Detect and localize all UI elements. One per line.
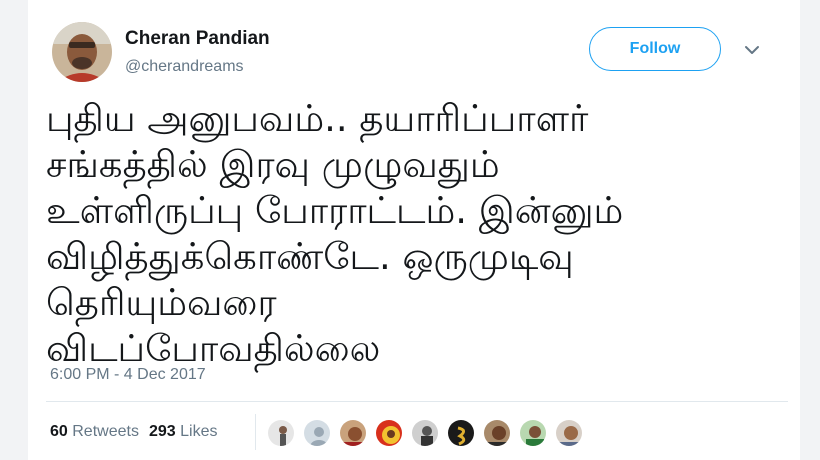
liker-avatar[interactable] [410,418,440,448]
liker-avatar[interactable] [338,418,368,448]
liker-avatar[interactable] [374,418,404,448]
likes-stat[interactable]: 293 Likes [149,423,218,440]
tweet-text-line: தெரியும்வரை [46,281,277,324]
liker-avatar[interactable] [554,418,584,448]
author-name[interactable]: Cheran Pandian [125,28,270,50]
liker-avatar[interactable] [302,418,332,448]
tweet-text-line: விழித்துக்கொண்டே. ஒருமுடிவு [46,235,574,278]
liker-avatar[interactable] [266,418,296,448]
retweets-count: 60 [50,423,68,440]
tweet-text: புதிய அனுபவம்.. தயாரிப்பாளர் சங்கத்தில் … [46,96,786,372]
tweet-stats: 60 Retweets 293 Likes [50,423,217,441]
liker-avatar[interactable] [482,418,512,448]
retweets-stat[interactable]: 60 Retweets [50,423,139,440]
tweet-text-line: சங்கத்தில் இரவு முழுவதும் [46,143,500,186]
chevron-down-icon[interactable] [744,42,760,58]
liker-avatar[interactable] [518,418,548,448]
follow-button-label: Follow [629,40,681,57]
tweet-text-line: உள்ளிருப்பு போராட்டம். இன்னும் [46,189,624,232]
author-avatar[interactable] [52,22,112,82]
divider [46,401,788,402]
tweet-text-line: புதிய அனுபவம்.. தயாரிப்பாளர் [46,97,589,140]
follow-button[interactable]: Follow [589,27,721,71]
likes-label: Likes [180,423,218,440]
retweets-label: Retweets [72,423,139,440]
likes-count: 293 [148,423,176,440]
tweet-timestamp[interactable]: 6:00 PM - 4 Dec 2017 [50,366,206,384]
stats-divider [255,414,256,450]
author-handle[interactable]: @cherandreams [125,58,244,76]
tweet-card: Cheran Pandian @cherandreams Follow புதி… [28,0,800,460]
liker-avatar[interactable] [446,418,476,448]
